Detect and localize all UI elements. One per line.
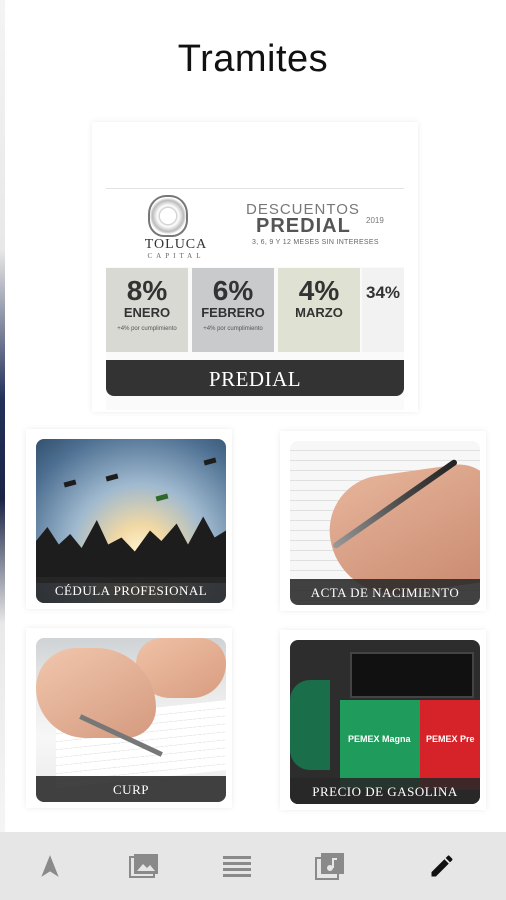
discount-box: 34% [362,268,404,352]
nav-item-gallery[interactable] [114,832,174,900]
discount-note: +4% por cumplimiento [203,326,263,332]
discount-pct: 34% [365,283,401,302]
image-gallery-icon [129,854,158,878]
nozzle-icon [290,680,330,770]
nav-item-list[interactable] [207,832,267,900]
pencil-icon [431,855,453,877]
discount-box: 8% ENERO +4% por cumplimiento [106,268,188,352]
gas-pump-image: PEMEX Magna PEMEX Pre PRECIO DE GASOLINA [290,640,480,804]
discount-month: FEBRERO [201,305,265,320]
discount-pct: 4% [298,275,340,306]
tile-caption: CÉDULA PROFESIONAL [36,577,226,603]
nav-item-edit[interactable] [412,832,472,900]
premium-panel: PEMEX Pre [420,700,480,790]
page-title: Tramites [177,38,329,80]
magna-label: PEMEX Magna [348,734,411,744]
pump-screen [350,652,474,698]
precio-de-gasolina-tile[interactable]: PEMEX Magna PEMEX Pre PRECIO DE GASOLINA [280,630,486,810]
logo-text: TOLUCA [144,237,208,252]
bottom-navigation [0,832,506,900]
discount-box: 4% MARZO [278,268,360,352]
predial-card[interactable]: TOLUCA CAPITAL DESCUENTOS PREDIAL 2019 3… [92,122,418,412]
discount-month: MARZO [295,305,343,320]
nav-item-music[interactable] [300,832,360,900]
music-library-icon [315,853,344,880]
graduation-image: CÉDULA PROFESIONAL [36,439,226,603]
discount-pct: 8% [126,275,168,306]
poster-header: TOLUCA CAPITAL DESCUENTOS PREDIAL 2019 3… [106,188,404,267]
list-icon [223,856,251,877]
curp-tile[interactable]: CURP [26,628,232,808]
meses-text: 3, 6, 9 Y 12 MESES SIN INTERESES [252,239,379,246]
toluca-seal-icon [148,195,188,237]
window-edge [0,0,5,832]
premium-label: PEMEX Pre [426,734,475,744]
tile-caption: PRECIO DE GASOLINA [290,778,480,804]
writing-image: CURP [36,638,226,802]
predial-label: PREDIAL [106,360,404,396]
logo-subtext: CAPITAL [147,252,205,260]
discount-pct: 6% [212,275,254,306]
signing-image: ACTA DE NACIMIENTO [290,441,480,605]
acta-de-nacimiento-tile[interactable]: ACTA DE NACIMIENTO [280,431,486,611]
year-label: 2019 [366,216,384,225]
navigation-arrow-icon [41,855,59,877]
discount-month: ENERO [123,305,171,320]
predial-poster: TOLUCA CAPITAL DESCUENTOS PREDIAL 2019 3… [106,188,404,410]
cedula-profesional-tile[interactable]: CÉDULA PROFESIONAL [26,429,232,609]
magna-panel: PEMEX Magna [340,700,420,790]
tile-caption: ACTA DE NACIMIENTO [290,579,480,605]
nav-item-location[interactable] [20,832,80,900]
discount-note: +4% por cumplimiento [117,326,177,332]
discount-box: 6% FEBRERO +4% por cumplimiento [192,268,274,352]
discount-row: 8% ENERO +4% por cumplimiento 6% FEBRERO… [106,268,404,358]
tile-caption: CURP [36,776,226,802]
